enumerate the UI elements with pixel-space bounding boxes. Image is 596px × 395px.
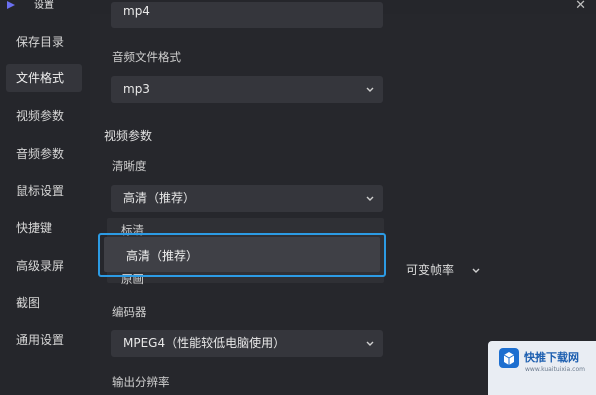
frame-rate-value: 可变帧率 [406, 263, 455, 277]
settings-sidebar: 保存目录 文件格式 视频参数 音频参数 鼠标设置 快捷键 高级录屏 截图 通用设… [0, 14, 90, 395]
video-format-select[interactable]: mp4 [111, 2, 383, 28]
focus-highlight-frame [98, 233, 386, 277]
sidebar-item-advanced-recording[interactable]: 高级录屏 [6, 252, 82, 280]
chevron-down-icon [472, 268, 480, 273]
app-logo-icon [7, 1, 15, 9]
clarity-label: 清晰度 [112, 159, 147, 173]
sidebar-item-file-format[interactable]: 文件格式 [6, 64, 82, 92]
watermark-name: 快推下载网 [524, 351, 579, 364]
sidebar-item-mouse-settings[interactable]: 鼠标设置 [6, 177, 82, 205]
encoder-select[interactable]: MPEG4（性能较低电脑使用） [111, 330, 383, 357]
audio-format-value: mp3 [123, 82, 150, 96]
clarity-value: 高清（推荐） [123, 191, 196, 205]
sidebar-item-shortcuts[interactable]: 快捷键 [6, 214, 82, 242]
output-resolution-label: 输出分辨率 [112, 375, 170, 389]
audio-format-select[interactable]: mp3 [111, 76, 383, 103]
sidebar-item-general-settings[interactable]: 通用设置 [6, 326, 82, 354]
video-params-section-title: 视频参数 [104, 129, 153, 143]
video-format-value: mp4 [123, 4, 150, 18]
watermark-url: www.kuaituixia.com [525, 366, 585, 373]
encoder-value: MPEG4（性能较低电脑使用） [123, 336, 286, 350]
audio-format-label: 音频文件格式 [112, 50, 181, 64]
sidebar-item-save-directory[interactable]: 保存目录 [6, 28, 82, 56]
frame-rate-select[interactable]: 可变帧率 [398, 257, 493, 284]
clarity-select[interactable]: 高清（推荐） [111, 185, 383, 212]
watermark-logo-icon [499, 348, 519, 368]
chevron-down-icon [366, 87, 374, 92]
encoder-label: 编码器 [112, 305, 147, 319]
sidebar-item-audio-params[interactable]: 音频参数 [6, 140, 82, 168]
sidebar-item-video-params[interactable]: 视频参数 [6, 102, 82, 130]
chevron-down-icon [366, 341, 374, 346]
window-title: 设置 [34, 0, 54, 11]
chevron-down-icon [366, 196, 374, 201]
sidebar-item-screenshot[interactable]: 截图 [6, 289, 82, 317]
close-icon[interactable]: ✕ [575, 0, 586, 13]
